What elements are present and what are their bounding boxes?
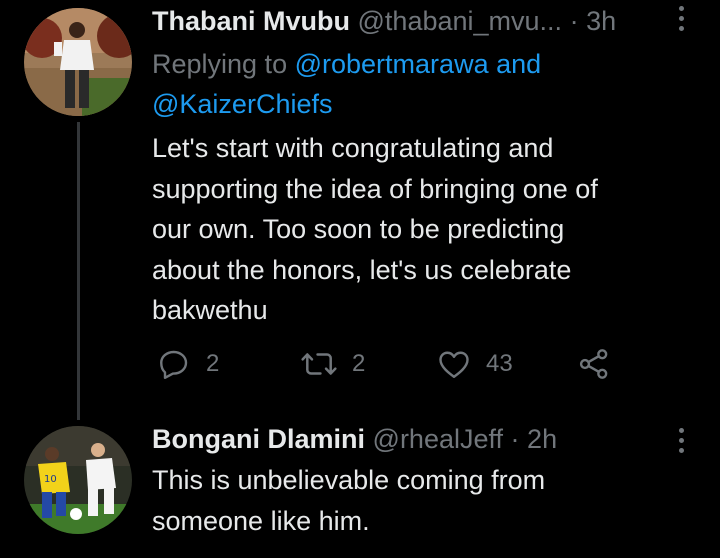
more-vertical-icon-dot [679,16,684,21]
share-button[interactable] [576,344,612,384]
tweet-text-line: supporting the idea of bringing one of [152,173,598,204]
avatar[interactable] [24,8,132,116]
reply-icon [160,350,188,379]
jersey-number: 10 [44,474,57,485]
separator-dot: · [510,424,520,454]
share-icon [579,349,608,379]
reply-count: 2 [206,350,220,377]
replying-to-label: Replying to [152,49,288,79]
mention-link[interactable]: @robertmarawa [295,49,489,79]
like-button[interactable]: 43 [436,344,513,384]
mention-link[interactable]: @KaizerChiefs [152,89,332,119]
tweet-time[interactable]: 2h [527,424,557,454]
mention-and[interactable]: and [496,49,541,79]
more-vertical-icon-dot [679,448,684,453]
author-name[interactable]: Thabani Mvubu [152,6,350,36]
author-name[interactable]: Bongani Dlamini [152,424,365,454]
tweet-text: Let's start with congratulating and supp… [152,128,692,331]
author-handle[interactable]: @rhealJeff [373,424,503,454]
like-count: 43 [486,350,513,377]
tweet-text-line: our own. Too soon to be predicting [152,214,565,244]
avatar[interactable]: 10 [24,426,132,534]
more-options-button[interactable] [679,6,685,34]
more-vertical-icon [679,6,684,11]
more-options-button[interactable] [679,428,685,456]
tweet-header: Thabani Mvubu @thabani_mvu... · 3h [152,4,616,38]
tweet-thabani[interactable]: Thabani Mvubu @thabani_mvu... · 3h Reply… [0,0,720,420]
tweet-text-line: someone like him. [152,505,370,536]
tweet-time[interactable]: 3h [586,6,616,36]
tweet-text-line: about the honors, let's us celebrate [152,254,572,285]
retweet-button[interactable]: 2 [300,344,365,384]
separator-dot: · [569,6,579,36]
avatar-image: 10 [24,426,132,534]
more-vertical-icon [679,428,684,433]
tweet-bongani[interactable]: 10 Bongani Dlamini @rhealJeff · 2h This … [0,420,720,558]
more-vertical-icon-dot [679,26,684,31]
avatar-image [24,8,132,116]
more-vertical-icon-dot [679,438,684,443]
replying-to: Replying to @robertmarawa and @KaizerChi… [152,44,672,124]
tweet-text-line: Let's start with congratulating and [152,133,554,163]
heart-icon [439,351,469,378]
author-handle[interactable]: @thabani_mvu... [358,6,563,36]
retweet-count: 2 [352,350,366,377]
tweet-text-line: bakwethu [152,295,268,325]
tweet-text: This is unbelievable coming from someone… [152,460,692,541]
tweet-text-line: This is unbelievable coming from [152,465,546,495]
retweet-icon [301,353,337,375]
reply-button[interactable]: 2 [156,344,219,384]
tweet-header: Bongani Dlamini @rhealJeff · 2h [152,422,557,456]
